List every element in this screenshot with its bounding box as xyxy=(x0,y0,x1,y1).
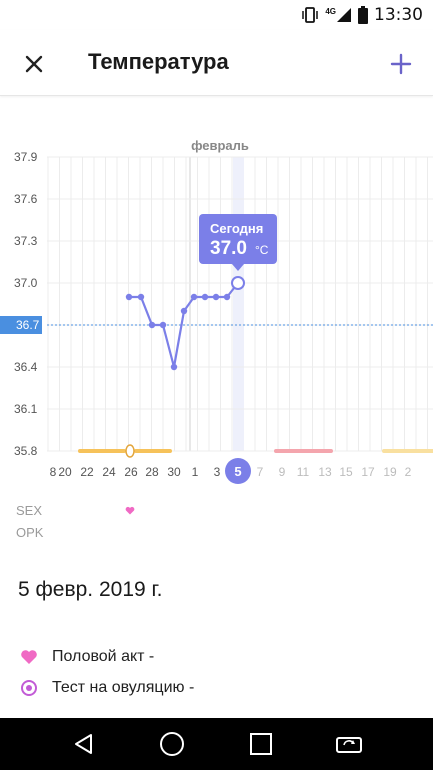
data-point xyxy=(170,363,178,371)
x-tick-label: 17 xyxy=(361,465,375,479)
recents-icon xyxy=(249,733,272,755)
x-tick-label: 9 xyxy=(279,465,286,479)
network-type: 4G xyxy=(325,6,336,16)
ovulation-test-icon xyxy=(21,680,37,696)
status-bar: 4G 13:30 xyxy=(0,0,433,30)
x-tick-label: 1 xyxy=(192,465,199,479)
legend-item-ovulation[interactable]: Тест на овуляцию - xyxy=(20,679,194,697)
data-point-today xyxy=(231,276,245,290)
legend-label-ovulation: Тест на овуляцию - xyxy=(52,679,195,696)
tooltip-value: 37.0 xyxy=(210,238,247,259)
today-column-highlight xyxy=(233,157,244,451)
back-icon xyxy=(75,734,93,754)
home-button[interactable] xyxy=(150,722,194,766)
x-tick-label: 26 xyxy=(124,465,138,479)
x-tick-label: 11 xyxy=(297,465,310,479)
page-title: Температура xyxy=(88,49,229,74)
x-tick-label: 2 xyxy=(405,465,412,479)
x-tick-label: 8 xyxy=(50,465,57,479)
data-point xyxy=(212,293,220,301)
legend-item-sex[interactable]: Половой акт - xyxy=(20,648,154,666)
temperature-chart[interactable]: февраль 37.9 37.6 37.3 37.0 36.4 36.1 35.8 36.7 8… xyxy=(0,130,433,490)
y-tick-label: 37.0 xyxy=(14,276,38,290)
data-point xyxy=(125,293,133,301)
x-tick-label: 13 xyxy=(318,465,332,479)
y-tick-label: 36.4 xyxy=(14,360,38,374)
close-button[interactable] xyxy=(14,44,54,84)
chart-month-title: февраль xyxy=(191,138,249,153)
y-tick-label: 37.6 xyxy=(14,192,38,206)
tooltip-title: Сегодня xyxy=(210,221,263,236)
x-tick-label: 22 xyxy=(80,465,94,479)
y-tick-label: 37.9 xyxy=(14,150,38,164)
x-tick-label: 3 xyxy=(214,465,221,479)
ovulation-marker xyxy=(125,444,135,458)
data-point xyxy=(159,321,167,329)
signal-icon xyxy=(337,8,351,22)
vibrate-icon xyxy=(302,7,319,23)
data-point xyxy=(190,293,198,301)
add-button[interactable] xyxy=(381,44,421,84)
x-tick-label: 20 xyxy=(58,465,72,479)
x-tick-label: 30 xyxy=(167,465,181,479)
data-point xyxy=(223,293,231,301)
close-icon xyxy=(25,55,43,73)
y-tick-label: 36.1 xyxy=(14,402,38,416)
x-tick-label-today: 5 xyxy=(234,464,241,479)
tooltip-unit: °C xyxy=(255,243,269,257)
add-icon xyxy=(390,53,412,75)
selected-date: 5 февр. 2019 г. xyxy=(18,578,163,601)
x-tick-label: 19 xyxy=(383,465,397,479)
sex-marker-heart-icon[interactable] xyxy=(125,506,135,515)
x-tick-label: 28 xyxy=(145,465,159,479)
cover-line-label: 36.7 xyxy=(16,318,40,332)
row-labels: SEX OPK xyxy=(16,500,43,544)
heart-icon xyxy=(21,650,37,664)
sex-row-label: SEX xyxy=(16,503,43,518)
rotate-screen-icon xyxy=(335,737,362,753)
data-point xyxy=(201,293,209,301)
home-icon xyxy=(160,732,185,756)
legend-label-sex: Половой акт - xyxy=(52,648,155,665)
rotate-button[interactable] xyxy=(327,722,371,766)
toolbar: Температура xyxy=(0,30,433,96)
opk-row-label: OPK xyxy=(16,525,44,540)
battery-icon xyxy=(358,6,368,24)
data-point xyxy=(137,293,145,301)
x-tick-label: 24 xyxy=(102,465,116,479)
clock: 13:30 xyxy=(374,5,423,25)
recents-button[interactable] xyxy=(239,722,283,766)
data-point xyxy=(148,321,156,329)
data-point xyxy=(180,307,188,315)
system-nav-bar xyxy=(0,718,433,770)
x-tick-label: 15 xyxy=(339,465,353,479)
y-tick-label: 35.8 xyxy=(14,444,38,458)
y-tick-label: 37.3 xyxy=(14,234,38,248)
back-button[interactable] xyxy=(62,722,106,766)
x-tick-label: 7 xyxy=(257,465,264,479)
